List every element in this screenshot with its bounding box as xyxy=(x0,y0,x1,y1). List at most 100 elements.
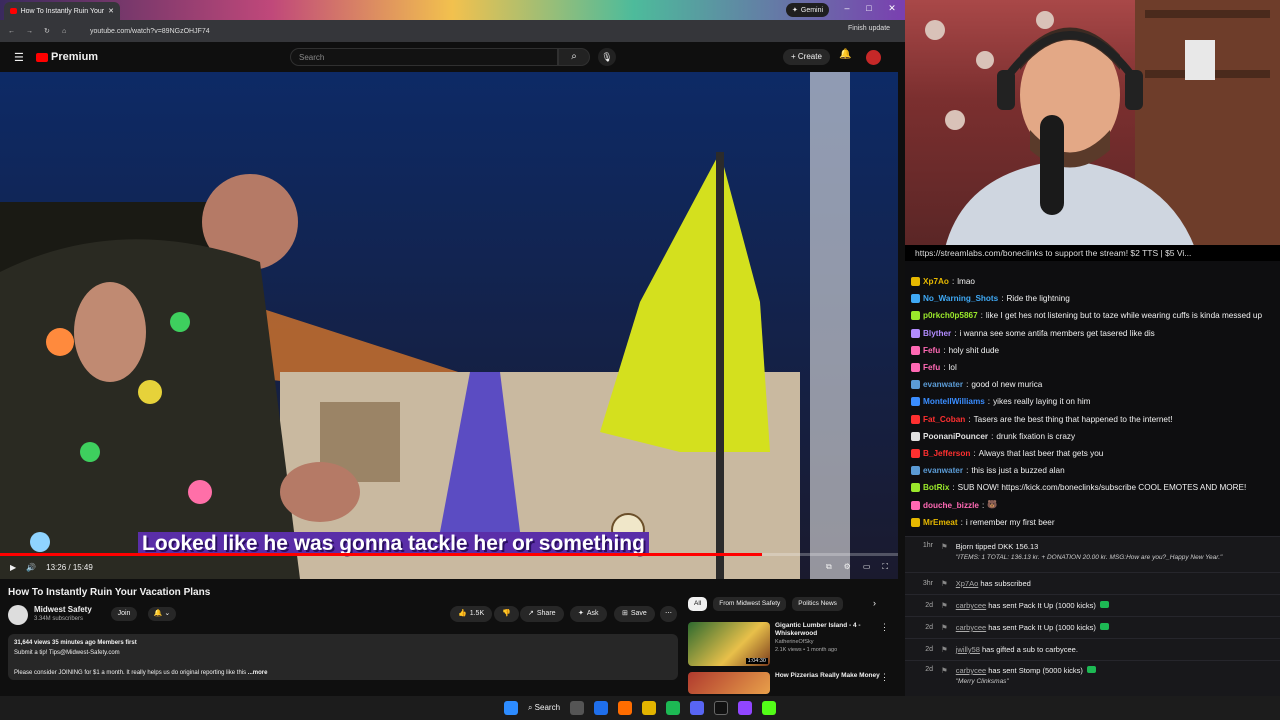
share-button[interactable]: ↗ Share xyxy=(520,606,564,622)
taskbar-search[interactable]: ⌕ Search xyxy=(528,703,560,713)
chat-username[interactable]: BotRix xyxy=(923,483,949,492)
chat-username[interactable]: No_Warning_Shots xyxy=(923,294,998,303)
notifications-bell-icon[interactable]: 🔔 xyxy=(839,49,851,60)
recommendation-title[interactable]: Gigantic Lumber Island - 4 - Whiskerwood xyxy=(775,622,885,638)
youtube-logo[interactable]: Premium xyxy=(36,51,98,63)
volume-icon[interactable]: 🔊 xyxy=(26,563,36,572)
event-user[interactable]: carbycee xyxy=(956,623,986,632)
finish-update-button[interactable]: Finish update xyxy=(848,25,890,32)
recommendation-thumbnail[interactable]: 1:04:30 xyxy=(688,622,770,666)
settings-icon[interactable]: ⚙ xyxy=(844,562,851,572)
event-line: carbycee has sent Pack It Up (1000 kicks… xyxy=(956,623,1109,632)
channel-name[interactable]: Midwest Safety xyxy=(34,605,92,614)
more-options-icon[interactable]: ⋮ xyxy=(880,672,889,683)
recommendation-item[interactable]: 1:04:30 Gigantic Lumber Island - 4 - Whi… xyxy=(688,622,888,666)
chat-username[interactable]: PoonaniPouncer xyxy=(923,432,988,441)
chat-username[interactable]: MrEmeat xyxy=(923,518,958,527)
chat-badge-icon xyxy=(911,414,920,424)
fullscreen-icon[interactable]: ⛶ xyxy=(882,562,888,572)
chip-all[interactable]: All xyxy=(688,597,708,611)
forward-icon[interactable]: → xyxy=(26,28,33,35)
event-user[interactable]: carbycee xyxy=(956,666,986,675)
more-actions-icon[interactable]: ⋯ xyxy=(660,606,677,622)
chat-badge-icon xyxy=(911,380,920,390)
recommendation-item[interactable]: How Pizzerias Really Make Money xyxy=(688,672,888,694)
chat-colon: : xyxy=(954,328,957,338)
recommendation-thumbnail[interactable] xyxy=(688,672,770,694)
event-flag-icon[interactable]: ⚑ xyxy=(941,579,948,588)
chat-username[interactable]: Fefu xyxy=(923,346,940,355)
chat-username[interactable]: p0rkch0p5867 xyxy=(923,311,978,320)
chat-username[interactable]: evanwater xyxy=(923,466,963,475)
event-user[interactable]: jwilly58 xyxy=(956,645,980,654)
discord-icon[interactable] xyxy=(690,701,705,715)
channel-avatar[interactable] xyxy=(8,605,28,625)
recommendation-title[interactable]: How Pizzerias Really Make Money xyxy=(775,672,885,680)
more-options-icon[interactable]: ⋮ xyxy=(880,622,889,633)
video-player[interactable] xyxy=(0,72,898,579)
chat-username[interactable]: douche_bizzle xyxy=(923,501,979,510)
file-explorer-icon[interactable] xyxy=(594,701,609,715)
kick-icon[interactable] xyxy=(762,701,777,715)
chat-username[interactable]: MontellWilliams xyxy=(923,397,985,406)
close-window-icon[interactable]: ✕ xyxy=(883,3,901,17)
maximize-icon[interactable]: □ xyxy=(860,3,878,17)
chip-from-channel[interactable]: From Midwest Safety xyxy=(713,597,787,611)
chat-username[interactable]: Fefu xyxy=(923,363,940,372)
event-time: 2d xyxy=(925,624,933,631)
obs-icon[interactable] xyxy=(714,701,729,715)
back-icon[interactable]: ← xyxy=(8,28,15,35)
event-flag-icon[interactable]: ⚑ xyxy=(941,666,948,675)
event-item: 2d ⚑ carbycee has sent Stomp (5000 kicks) "… xyxy=(905,660,1280,696)
url-field[interactable]: youtube.com/watch?v=89NGzOHJF74 xyxy=(90,28,210,35)
chips-next-icon[interactable]: › xyxy=(873,598,876,608)
event-flag-icon[interactable]: ⚑ xyxy=(941,601,948,610)
save-button[interactable]: ⊞ Save xyxy=(614,606,655,622)
join-button[interactable]: Join xyxy=(111,607,137,621)
subscribe-bell-button[interactable]: 🔔 ⌄ xyxy=(148,607,176,621)
home-icon[interactable]: ⌂ xyxy=(62,28,66,35)
chat-username[interactable]: B_Jefferson xyxy=(923,449,970,458)
event-user[interactable]: carbycee xyxy=(956,601,986,610)
chat-text: yikes really laying it on him xyxy=(993,397,1091,407)
chat-username[interactable]: Blyther xyxy=(923,329,951,338)
search-icon[interactable]: ⌕ xyxy=(558,48,590,66)
player-controls: ▶ 🔊 13:26 / 15:49 ⧉ ⚙ ▭ ⛶ xyxy=(0,557,898,577)
reload-icon[interactable]: ↻ xyxy=(44,27,50,35)
minimize-icon[interactable]: – xyxy=(838,3,856,17)
captions-icon[interactable]: ⧉ xyxy=(826,562,832,572)
description-box[interactable]: 31,644 views 35 minutes ago Members firs… xyxy=(8,634,678,680)
event-flag-icon[interactable]: ⚑ xyxy=(941,542,948,551)
create-button[interactable]: + Create xyxy=(783,49,830,65)
account-avatar[interactable] xyxy=(866,50,881,65)
like-button[interactable]: 👍 1.5K xyxy=(450,606,493,622)
chat-username[interactable]: Xp7Ao xyxy=(923,277,949,286)
spotify-icon[interactable] xyxy=(666,701,681,715)
search-input[interactable]: Search xyxy=(290,48,558,66)
chat-colon: : xyxy=(943,345,946,355)
gemini-button[interactable]: ✦ Gemini xyxy=(786,3,830,17)
tab-close-icon[interactable]: ✕ xyxy=(108,7,114,15)
event-flag-icon[interactable]: ⚑ xyxy=(941,645,948,654)
show-more-link[interactable]: ...more xyxy=(248,670,268,676)
browser-tab[interactable]: How To Instantly Ruin Your ✕ xyxy=(4,2,120,20)
microphone-icon[interactable]: 🎙 xyxy=(598,48,616,66)
chat-username[interactable]: evanwater xyxy=(923,380,963,389)
menu-icon[interactable]: ☰ xyxy=(14,51,24,64)
ask-button[interactable]: ✦ Ask xyxy=(570,606,607,622)
folder-icon[interactable] xyxy=(642,701,657,715)
chat-username[interactable]: Fat_Coban xyxy=(923,415,965,424)
recommendation-channel: KatherineOfSky xyxy=(775,639,814,645)
chat-pinned-link[interactable]: https://streamlabs.com/boneclinks to sup… xyxy=(905,245,1280,261)
event-flag-icon[interactable]: ⚑ xyxy=(941,623,948,632)
dislike-button[interactable]: 👎 xyxy=(494,606,519,622)
task-view-icon[interactable] xyxy=(570,701,585,715)
app-icon[interactable] xyxy=(738,701,753,715)
event-message: "ITEMS: 1 TOTAL: 136.13 kr. + DONATION 2… xyxy=(955,554,1223,561)
windows-start-icon[interactable] xyxy=(503,701,518,715)
chip-politics[interactable]: Politics News xyxy=(792,597,843,611)
theater-icon[interactable]: ▭ xyxy=(863,562,871,572)
play-icon[interactable]: ▶ xyxy=(10,563,16,572)
chrome-icon[interactable] xyxy=(618,701,633,715)
event-user[interactable]: Xp7Ao xyxy=(956,579,979,588)
